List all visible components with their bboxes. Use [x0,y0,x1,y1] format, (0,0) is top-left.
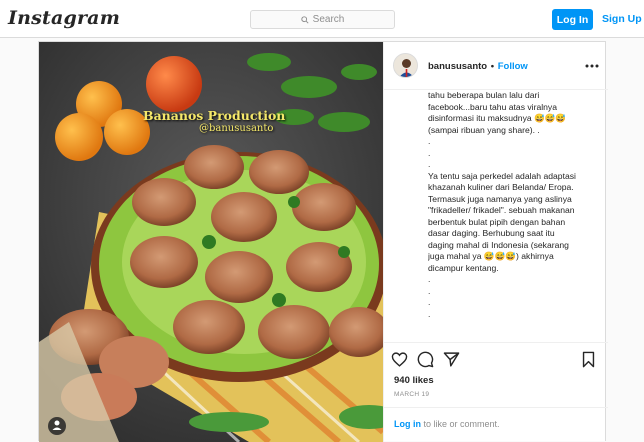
caption-line: disinformasi itu maksudnya 😅😅😅 [428,113,567,123]
search-icon [300,15,309,24]
caption-line: dicampur kentang. [428,262,499,273]
caption-line: juga mahal ya 😅😅😅) akhirnya [428,251,554,261]
post-date: MARCH 19 [394,391,430,398]
caption-line: facebook...baru tahu atas viralnya [428,101,557,112]
post-card: Bananos Production @banususanto banususa… [38,41,608,442]
caption-line: (sampai ribuan yang share). . [428,124,540,135]
caption-line: . [428,136,431,146]
post-image[interactable]: Bananos Production @banususanto [39,42,383,442]
watermark-handle: @banususanto [199,123,274,134]
comment-prompt: Log in to like or comment. [384,407,608,442]
post-sidebar: banususanto • Follow tahu beberapa bulan… [383,42,608,442]
separator-dot: • [490,61,495,72]
caption-line: berbentuk bulat pipih dengan bahan [428,216,566,227]
login-button[interactable]: Log In [552,9,593,30]
post-caption: tahu beberapa bulan lalu dari facebook...… [428,90,604,342]
instagram-logo[interactable]: Instagram [8,7,120,29]
food-photo [39,42,383,442]
post-header: banususanto • Follow [384,42,608,90]
caption-line: khazanah kuliner dari Belanda/ Eropa. [428,182,574,192]
search-placeholder: Search [312,14,345,25]
caption-line: daging mahal di Indonesia (sekarang [428,239,569,250]
caption-line: . [428,285,431,296]
watermark-title: Bananos Production [143,108,286,123]
caption-line: Termasuk juga namanya yang aslinya [428,193,572,204]
comment-prompt-text: to like or comment. [421,419,500,429]
top-navigation-bar: Instagram Search Log In Sign Up [0,0,644,38]
likes-count[interactable]: 940 likes [394,375,434,386]
signup-link[interactable]: Sign Up [602,13,642,25]
follow-button[interactable]: Follow [498,61,528,72]
caption-line: . [428,147,431,158]
avatar-image [394,54,417,77]
username[interactable]: banususanto [428,61,487,72]
more-options-icon[interactable] [584,58,600,74]
username-line: banususanto • Follow [428,61,528,72]
bookmark-icon[interactable] [580,351,597,368]
share-icon[interactable] [443,351,460,368]
caption-line: . [428,308,431,319]
avatar[interactable] [393,53,418,78]
comment-icon[interactable] [417,351,434,368]
caption-line: dasar daging. Berhubung saat itu [428,228,555,238]
caption-line: . [428,297,431,307]
caption-line: "frikadeller/ frikadel". sebuah makanan [428,205,575,215]
user-tag-icon[interactable] [48,417,66,435]
caption-line: Ya tentu saja perkedel adalah adaptasi [428,170,576,181]
action-bar [384,342,608,376]
caption-line: . [428,159,431,169]
search-input[interactable]: Search [250,10,395,29]
caption-line: . [428,274,431,284]
heart-icon[interactable] [391,351,408,368]
login-link[interactable]: Log in [394,419,421,429]
caption-line: tahu beberapa bulan lalu dari [428,90,540,100]
